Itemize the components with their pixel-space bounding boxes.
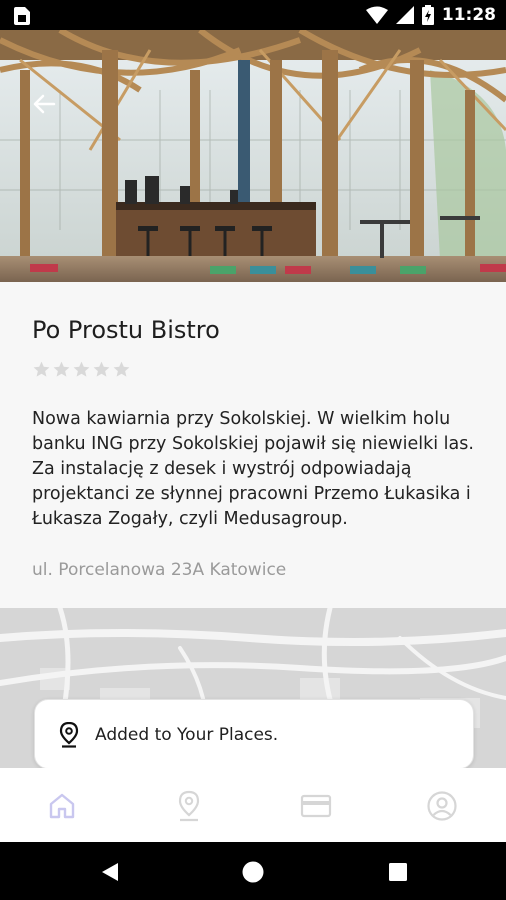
sim-card-icon <box>14 7 30 25</box>
star-icon <box>73 361 90 377</box>
toast-message: Added to Your Places. <box>95 725 279 745</box>
signal-icon <box>395 6 414 24</box>
rating-stars <box>32 360 131 379</box>
system-navigation-bar <box>0 842 506 900</box>
star-icon <box>33 361 50 377</box>
battery-icon <box>421 5 434 25</box>
back-triangle-icon[interactable] <box>98 860 122 884</box>
star-icon <box>113 361 130 377</box>
arrow-back-icon[interactable] <box>28 88 60 120</box>
place-details: Po Prostu Bistro Nowa kawiarnia przy Sok… <box>0 282 506 608</box>
status-time: 11:28 <box>441 5 496 25</box>
location-icon <box>178 790 200 822</box>
nav-home[interactable] <box>45 789 79 823</box>
wifi-icon <box>365 6 388 24</box>
nav-profile[interactable] <box>425 789 459 823</box>
status-bar: 11:28 <box>0 0 506 30</box>
star-icon <box>53 361 70 377</box>
home-circle-icon[interactable] <box>241 860 265 884</box>
recents-square-icon[interactable] <box>386 860 410 884</box>
home-icon <box>49 793 75 819</box>
card-icon <box>300 794 332 818</box>
star-icon <box>93 361 110 377</box>
added-toast: Added to Your Places. <box>34 699 474 769</box>
nav-places[interactable] <box>172 789 206 823</box>
place-address: ul. Porcelanowa 23A Katowice <box>32 560 287 580</box>
place-title: Po Prostu Bistro <box>32 316 220 344</box>
place-photo <box>0 30 506 282</box>
location-pin-icon <box>59 722 79 748</box>
bottom-navigation <box>0 768 506 842</box>
place-description: Nowa kawiarnia przy Sokolskiej. W wielki… <box>32 409 474 529</box>
nav-cards[interactable] <box>299 789 333 823</box>
profile-icon <box>427 791 457 821</box>
